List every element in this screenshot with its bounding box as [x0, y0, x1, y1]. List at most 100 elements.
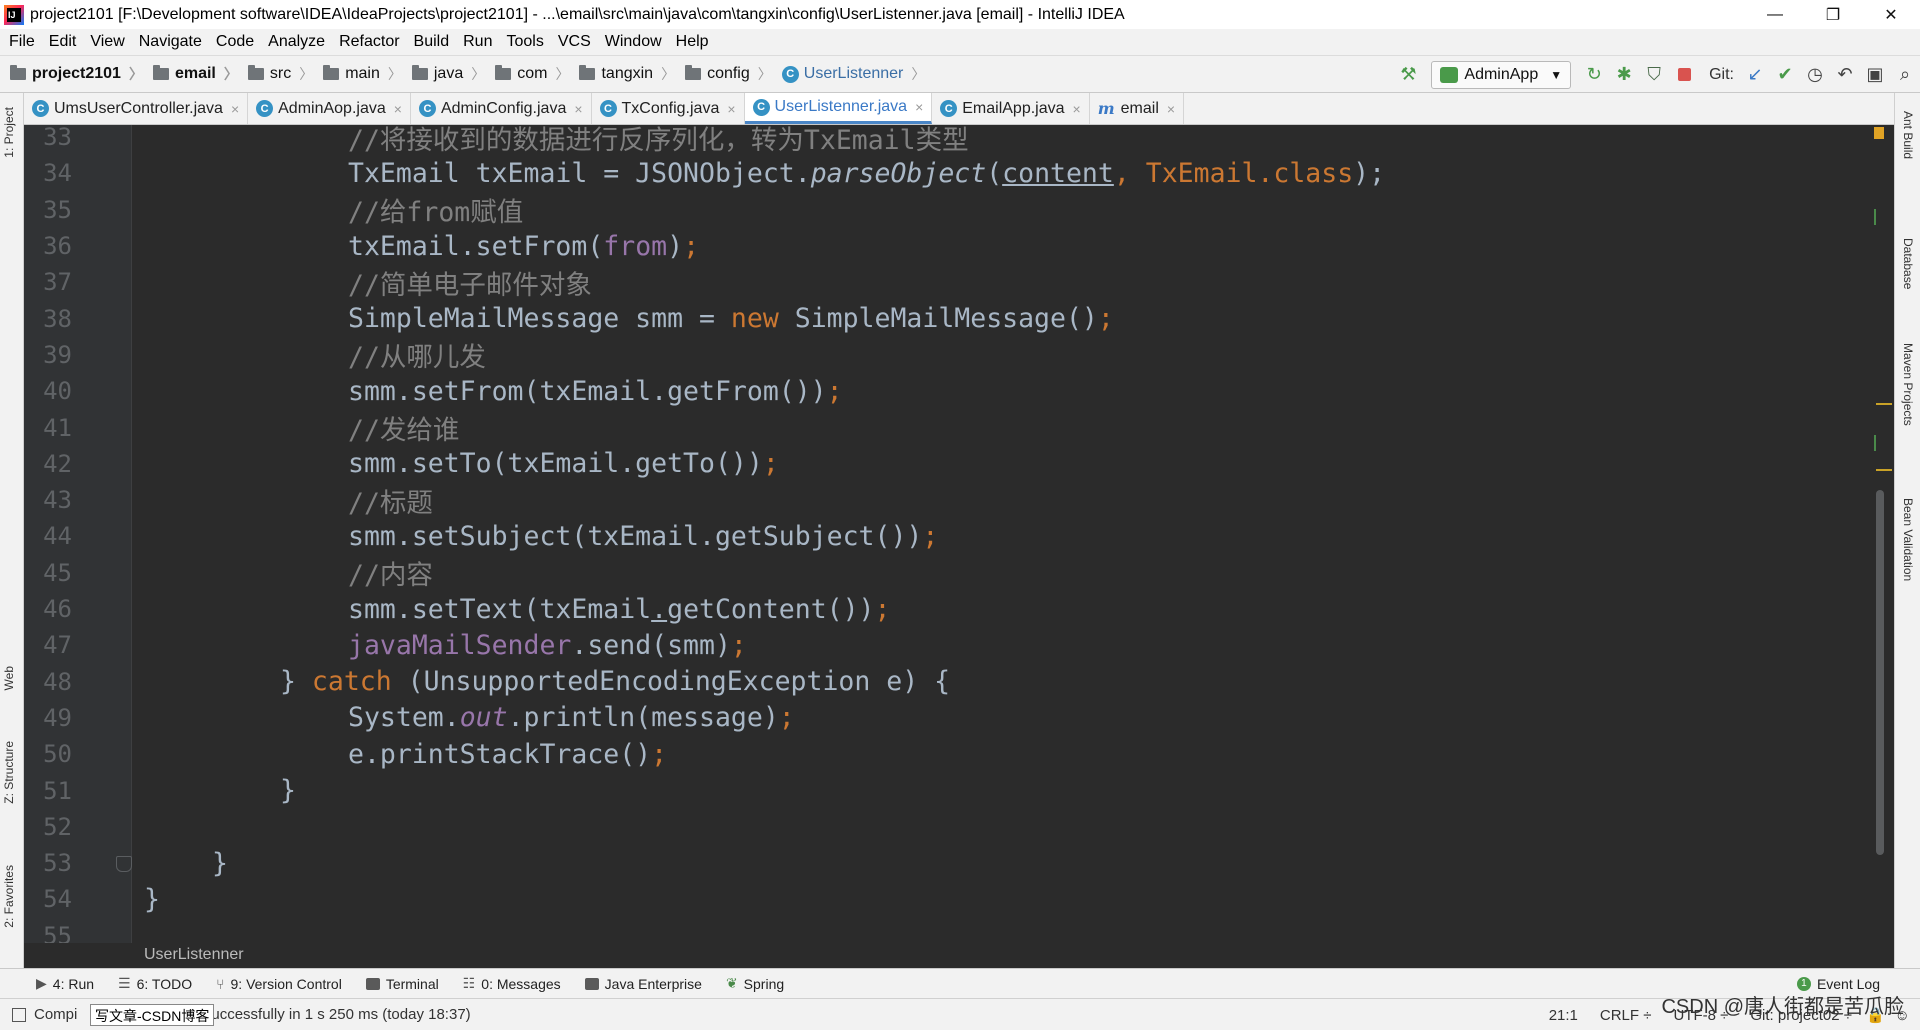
- menu-edit[interactable]: Edit: [42, 33, 84, 51]
- version-control-tool-button[interactable]: ⑂ 9: Version Control: [216, 976, 342, 992]
- menu-tools[interactable]: Tools: [499, 33, 550, 51]
- close-icon[interactable]: ×: [1073, 101, 1081, 117]
- crumb-java[interactable]: java 〉: [411, 64, 485, 84]
- taskbar-tooltip: 写文章-CSDN博客: [90, 1004, 215, 1026]
- crumb-project[interactable]: project2101 〉: [10, 64, 143, 84]
- tab-adminaop[interactable]: C AdminAop.java ×: [248, 93, 411, 124]
- terminal-tool-button[interactable]: Terminal: [365, 975, 439, 992]
- status-bar: Compi uccessfully in 1 s 250 ms (today 1…: [0, 998, 1920, 1030]
- ant-build-tool-button[interactable]: Ant Build: [1901, 111, 1915, 159]
- minimize-button[interactable]: —: [1746, 0, 1804, 29]
- maven-icon: m: [1097, 99, 1115, 118]
- menu-refactor[interactable]: Refactor: [332, 33, 406, 51]
- code-field: from: [603, 230, 668, 262]
- crumb-com[interactable]: com 〉: [495, 64, 569, 84]
- menu-run[interactable]: Run: [456, 33, 499, 51]
- code-token: ): [667, 230, 684, 262]
- tab-emailapp[interactable]: C EmailApp.java ×: [932, 93, 1090, 124]
- web-tool-button[interactable]: Web: [2, 666, 16, 690]
- tool-label: 4: Run: [52, 975, 95, 992]
- code-line: //从哪儿发: [348, 337, 486, 373]
- rerun-icon[interactable]: ↻: [1579, 60, 1609, 90]
- vcs-rollback-icon[interactable]: ↶: [1830, 60, 1860, 90]
- crumb-tangxin[interactable]: tangxin 〉: [579, 64, 675, 84]
- tab-txconfig[interactable]: C TxConfig.java ×: [592, 93, 745, 124]
- line-number: 38: [43, 304, 72, 333]
- project-structure-icon[interactable]: ▣: [1860, 60, 1890, 90]
- editor-scrollbar[interactable]: [1860, 125, 1894, 943]
- project-tool-button[interactable]: 1: Project: [2, 107, 16, 158]
- status-message-start: Compi: [34, 1006, 78, 1023]
- favorites-tool-button[interactable]: 2: Favorites: [2, 865, 16, 928]
- code-token: (UnsupportedEncodingException e) {: [391, 666, 951, 698]
- close-button[interactable]: ✕: [1862, 0, 1920, 29]
- build-hammer-icon[interactable]: ⚒: [1393, 60, 1423, 90]
- folder-icon: [323, 65, 340, 80]
- menu-build[interactable]: Build: [407, 33, 457, 51]
- fold-marker-icon[interactable]: [116, 856, 132, 872]
- crumb-current-class[interactable]: C UserListenner 〉: [781, 64, 925, 84]
- tab-email-pom[interactable]: m email ×: [1090, 93, 1185, 124]
- cursor-position[interactable]: 21:1: [1549, 1007, 1578, 1024]
- code-area[interactable]: //将接收到的数据进行反序列化，转为TxEmail类型 TxEmail txEm…: [132, 125, 1860, 943]
- close-icon[interactable]: ×: [394, 101, 402, 117]
- class-icon: C: [752, 98, 770, 116]
- tab-adminconfig[interactable]: C AdminConfig.java ×: [411, 93, 592, 124]
- spring-tool-button[interactable]: ❦ Spring: [726, 975, 784, 992]
- close-icon[interactable]: ×: [727, 101, 735, 117]
- line-separator[interactable]: CRLF ÷: [1600, 1007, 1652, 1024]
- window-controls: — ❐ ✕: [1746, 0, 1920, 29]
- line-number: 43: [43, 486, 72, 515]
- tool-label: Terminal: [385, 975, 439, 992]
- structure-tool-button[interactable]: Z: Structure: [2, 741, 16, 804]
- crumb-src[interactable]: src 〉: [247, 64, 313, 84]
- menu-code[interactable]: Code: [209, 33, 261, 51]
- crumb-config[interactable]: config 〉: [685, 64, 772, 84]
- editor-breadcrumb-label[interactable]: UserListenner: [144, 946, 244, 964]
- bean-validation-tool-button[interactable]: Bean Validation: [1901, 498, 1915, 581]
- menu-file[interactable]: File: [2, 33, 42, 51]
- crumb-main[interactable]: main 〉: [323, 64, 402, 84]
- code-token: content: [1002, 157, 1114, 189]
- menu-window[interactable]: Window: [598, 33, 669, 51]
- tab-label: AdminConfig.java: [440, 99, 567, 117]
- code-token: }: [144, 883, 160, 915]
- maximize-button[interactable]: ❐: [1804, 0, 1862, 29]
- stop-icon[interactable]: [1669, 60, 1699, 90]
- maven-tool-button[interactable]: Maven Projects: [1901, 343, 1915, 426]
- messages-tool-button[interactable]: ☷ 0: Messages: [463, 975, 561, 992]
- todo-tool-button[interactable]: ☰ 6: TODO: [118, 975, 192, 992]
- tab-userlistenner[interactable]: C UserListenner.java ×: [744, 93, 933, 124]
- menu-vcs[interactable]: VCS: [551, 33, 598, 51]
- menu-help[interactable]: Help: [669, 33, 716, 51]
- line-number: 37: [43, 268, 72, 297]
- menu-analyze[interactable]: Analyze: [261, 33, 332, 51]
- coverage-icon[interactable]: ⛉: [1639, 60, 1669, 90]
- intellij-logo-icon: IJ: [4, 4, 24, 25]
- code-line: smm.setFrom(txEmail.getFrom());: [348, 373, 843, 409]
- close-icon[interactable]: ×: [231, 101, 239, 117]
- vcs-update-icon[interactable]: ↙: [1740, 60, 1770, 90]
- database-tool-button[interactable]: Database: [1901, 238, 1915, 289]
- vcs-history-icon[interactable]: ◷: [1800, 60, 1830, 90]
- line-number: 41: [43, 413, 72, 442]
- error-stripe-mark[interactable]: [1876, 469, 1892, 471]
- debug-icon[interactable]: ✱: [1609, 60, 1639, 90]
- menu-view[interactable]: View: [83, 33, 131, 51]
- tab-umsusercontroller[interactable]: C UmsUserController.java ×: [24, 93, 249, 124]
- java-enterprise-tool-button[interactable]: Java Enterprise: [584, 976, 702, 992]
- search-icon[interactable]: ⌕: [1890, 60, 1920, 90]
- error-stripe-mark[interactable]: [1876, 403, 1892, 405]
- close-icon[interactable]: ×: [574, 101, 582, 117]
- close-icon[interactable]: ×: [1167, 101, 1175, 117]
- run-tool-button[interactable]: ▶ 4: Run: [36, 975, 94, 992]
- menu-navigate[interactable]: Navigate: [132, 33, 209, 51]
- tool-windows-toggle-icon[interactable]: [12, 1007, 26, 1022]
- crumb-module[interactable]: email 〉: [152, 64, 238, 84]
- close-icon[interactable]: ×: [915, 99, 923, 115]
- run-configuration-select[interactable]: AdminApp ▼: [1431, 60, 1572, 89]
- warning-indicator-icon[interactable]: [1874, 127, 1884, 139]
- scrollbar-thumb[interactable]: [1876, 490, 1884, 855]
- vcs-commit-icon[interactable]: ✔: [1770, 60, 1800, 90]
- code-editor[interactable]: 33 34 35 36 37 38 39 40 41 42 43 44 45 4…: [24, 125, 1894, 943]
